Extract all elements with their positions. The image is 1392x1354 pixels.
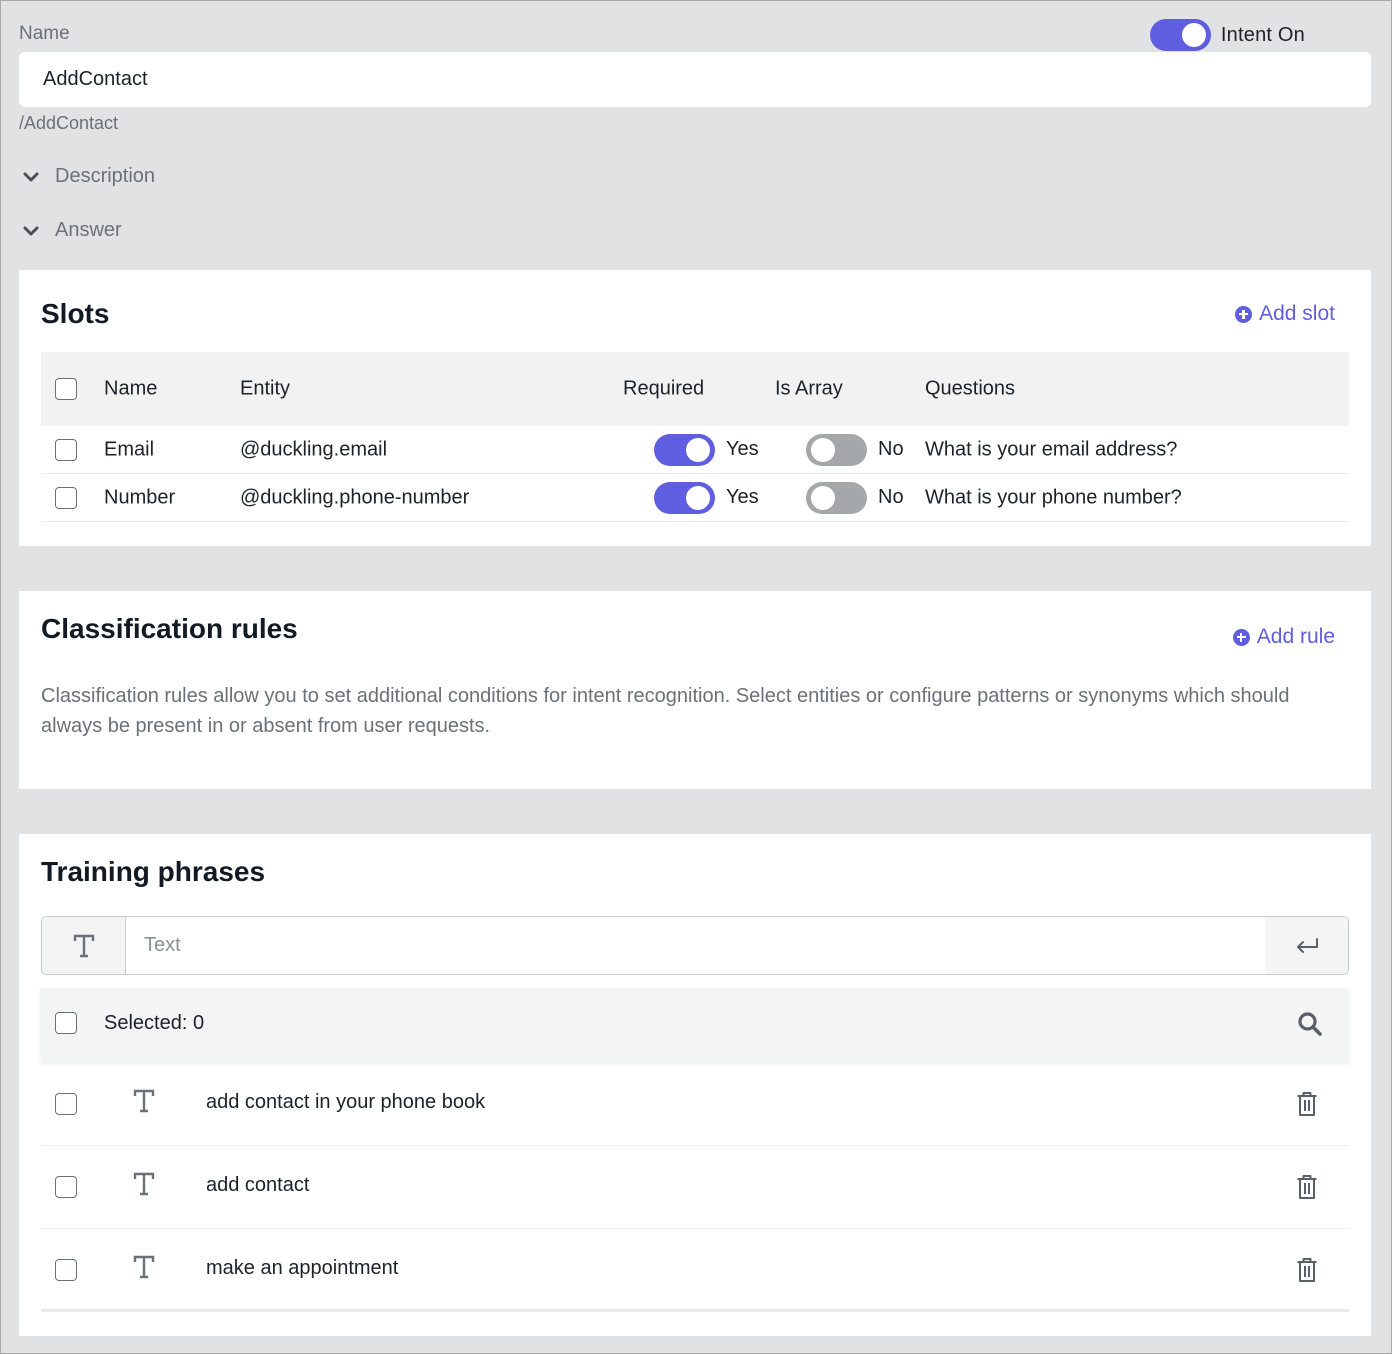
text-type-icon: [133, 1089, 155, 1113]
slot-row[interactable]: Email @duckling.email Yes No What is you…: [41, 426, 1349, 474]
select-all-phrases-checkbox[interactable]: [55, 1012, 77, 1034]
slot-is-array: No: [806, 481, 904, 514]
is-array-toggle[interactable]: [806, 481, 867, 514]
slot-row[interactable]: Number @duckling.phone-number Yes No Wha…: [41, 474, 1349, 522]
text-type-icon: [73, 934, 94, 957]
chevron-down-icon: [23, 226, 39, 235]
trash-icon[interactable]: [1296, 1091, 1318, 1117]
phrase-text: add contact: [206, 1174, 310, 1196]
toggle-knob: [1181, 23, 1206, 47]
name-label: Name: [19, 23, 70, 44]
slot-required: Yes: [654, 433, 759, 466]
selection-toolbar: Selected: 0: [41, 988, 1349, 1062]
enter-icon: [1296, 937, 1318, 953]
required-toggle[interactable]: [654, 433, 715, 466]
is-array-value: No: [878, 438, 904, 460]
phrase-text-input[interactable]: [126, 917, 1265, 974]
answer-label: Answer: [55, 219, 122, 241]
chevron-down-icon: [23, 172, 39, 181]
toggle-knob: [686, 485, 710, 510]
phrase-text: add contact in your phone book: [206, 1091, 486, 1113]
add-rule-label: Add rule: [1256, 625, 1335, 648]
slots-title: Slots: [41, 298, 110, 329]
slot-entity: @duckling.email: [240, 438, 388, 460]
training-phrase-row[interactable]: add contact in your phone book: [41, 1063, 1349, 1146]
is-array-toggle[interactable]: [806, 433, 867, 466]
slot-name: Number: [104, 486, 176, 508]
slot-question: What is your email address?: [925, 438, 1178, 460]
slot-is-array: No: [806, 433, 904, 466]
toggle-knob: [686, 437, 710, 462]
intent-name-input[interactable]: [19, 52, 1371, 107]
slot-required: Yes: [654, 481, 759, 514]
submit-phrase-button[interactable]: [1265, 917, 1348, 974]
trash-icon[interactable]: [1296, 1257, 1318, 1283]
column-header-entity: Entity: [240, 377, 291, 400]
phrase-checkbox[interactable]: [55, 1093, 77, 1115]
add-slot-label: Add slot: [1259, 302, 1335, 325]
slots-table-header: Name Entity Required Is Array Questions: [41, 352, 1349, 426]
intent-toggle-label: Intent On: [1220, 23, 1305, 46]
required-value: Yes: [726, 486, 759, 508]
add-slot-button[interactable]: Add slot: [1235, 302, 1335, 326]
intent-path: /AddContact: [19, 113, 119, 133]
search-icon[interactable]: [1297, 1011, 1323, 1037]
phrase-type-button[interactable]: [42, 917, 126, 974]
plus-circle-icon: [1235, 305, 1253, 323]
text-type-icon: [133, 1255, 155, 1279]
classification-rules-card: Classification rules Add rule Classifica…: [19, 591, 1371, 789]
training-phrase-list: add contact in your phone book add conta…: [41, 1063, 1349, 1312]
description-toggle[interactable]: Description: [23, 165, 155, 188]
toggle-knob: [811, 485, 835, 510]
slot-checkbox[interactable]: [55, 438, 77, 461]
training-phrase-row[interactable]: add contact: [41, 1146, 1349, 1229]
column-header-questions: Questions: [925, 377, 1016, 400]
slot-question: What is your phone number?: [925, 486, 1182, 508]
phrase-text: make an appointment: [206, 1257, 399, 1279]
column-header-is-array: Is Array: [775, 377, 843, 400]
slots-table: Name Entity Required Is Array Questions …: [41, 352, 1349, 522]
required-value: Yes: [726, 438, 759, 460]
slot-name: Email: [104, 438, 155, 460]
phrase-checkbox[interactable]: [55, 1176, 77, 1198]
slot-entity: @duckling.phone-number: [240, 486, 470, 508]
plus-circle-icon: [1232, 628, 1250, 646]
phrase-input-group: [41, 916, 1349, 975]
text-type-icon: [133, 1172, 155, 1196]
is-array-value: No: [878, 486, 904, 508]
slot-checkbox[interactable]: [55, 486, 77, 509]
selected-count: Selected: 0: [104, 1012, 205, 1034]
training-phrases-card: Training phrases Selected: 0 add contact…: [19, 834, 1371, 1336]
select-all-slots-checkbox[interactable]: [55, 378, 77, 400]
classification-description: Classification rules allow you to set ad…: [41, 685, 1290, 737]
slots-card: Slots Add slot Name Entity Required Is A…: [19, 270, 1371, 546]
column-header-name: Name: [104, 377, 158, 400]
answer-toggle[interactable]: Answer: [23, 219, 122, 242]
intent-toggle-switch[interactable]: [1149, 19, 1211, 51]
required-toggle[interactable]: [654, 481, 715, 514]
classification-title: Classification rules: [41, 613, 298, 644]
column-header-required: Required: [623, 377, 705, 400]
description-label: Description: [55, 165, 156, 187]
phrase-checkbox[interactable]: [55, 1259, 77, 1281]
training-title: Training phrases: [41, 856, 266, 887]
toggle-knob: [811, 437, 835, 462]
intent-on-toggle[interactable]: Intent On: [1149, 19, 1305, 51]
training-phrase-row[interactable]: make an appointment: [41, 1229, 1349, 1312]
add-rule-button[interactable]: Add rule: [1232, 625, 1335, 649]
trash-icon[interactable]: [1296, 1174, 1318, 1200]
